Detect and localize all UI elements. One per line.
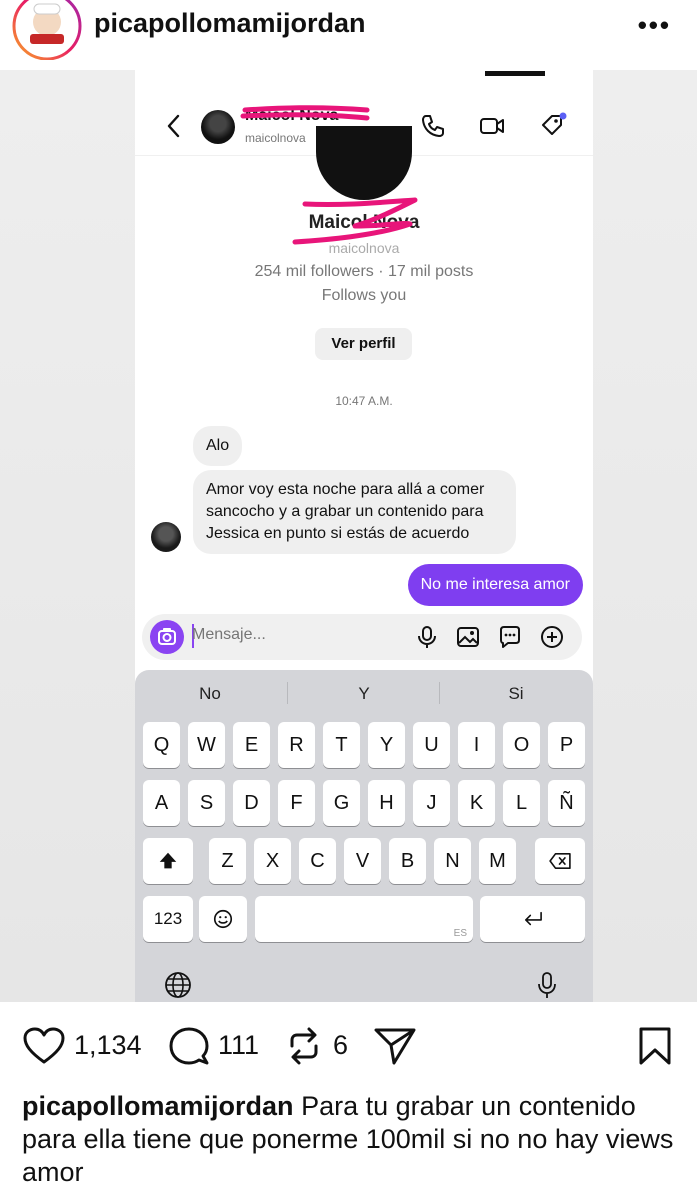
- comments-count[interactable]: 111: [218, 1030, 259, 1061]
- dm-screenshot: Maicol Nova maicolnova Maicol Nova maico…: [0, 70, 697, 1002]
- repost-icon[interactable]: [284, 1026, 324, 1066]
- key-g[interactable]: G: [323, 780, 360, 826]
- globe-icon[interactable]: [163, 970, 193, 1000]
- message-bubble-received[interactable]: Alo: [193, 426, 243, 466]
- space-key[interactable]: ES: [255, 896, 473, 942]
- key-x[interactable]: X: [254, 838, 291, 884]
- key-q[interactable]: Q: [143, 722, 180, 768]
- suggestion-divider: [287, 682, 288, 704]
- post-username[interactable]: picapollomamijordan: [94, 8, 366, 39]
- plus-circle-icon[interactable]: [539, 624, 565, 650]
- suggestion-divider: [439, 682, 440, 704]
- key-k[interactable]: K: [458, 780, 495, 826]
- caption-username[interactable]: picapollomamijordan: [22, 1091, 294, 1121]
- gallery-icon[interactable]: [455, 624, 481, 650]
- key-v[interactable]: V: [344, 838, 381, 884]
- phone-call-icon[interactable]: [419, 112, 447, 140]
- status-bar: [135, 70, 593, 80]
- more-options-icon[interactable]: •••: [638, 10, 671, 41]
- key-z[interactable]: Z: [209, 838, 246, 884]
- signal-icon: [485, 70, 545, 76]
- heart-icon[interactable]: [22, 1026, 66, 1066]
- message-bubble-sent[interactable]: No me interesa amor: [407, 564, 583, 606]
- profile-picture[interactable]: [316, 126, 412, 200]
- key-s[interactable]: S: [188, 780, 225, 826]
- key-r[interactable]: R: [278, 722, 315, 768]
- share-send-icon[interactable]: [373, 1026, 417, 1066]
- backspace-icon: [549, 852, 571, 870]
- key-d[interactable]: D: [233, 780, 270, 826]
- key-n[interactable]: N: [434, 838, 471, 884]
- suggestion-2[interactable]: Y: [289, 684, 439, 704]
- key-o[interactable]: O: [503, 722, 540, 768]
- key-h[interactable]: H: [368, 780, 405, 826]
- key-c[interactable]: C: [299, 838, 336, 884]
- save-bookmark-icon[interactable]: [638, 1026, 672, 1066]
- keyboard-language-label: ES: [453, 928, 467, 939]
- follows-you-label: Follows you: [321, 287, 407, 304]
- message-timestamp: 10:47 A.M.: [335, 394, 393, 408]
- camera-button[interactable]: [150, 620, 184, 654]
- comment-icon[interactable]: [168, 1026, 210, 1066]
- key-f[interactable]: F: [278, 780, 315, 826]
- post-actions: 1,134 111 6: [0, 1002, 697, 1088]
- microphone-icon[interactable]: [414, 624, 440, 650]
- back-arrow-icon[interactable]: [163, 112, 185, 140]
- key-i[interactable]: I: [458, 722, 495, 768]
- tag-icon[interactable]: [539, 112, 567, 140]
- key-e[interactable]: E: [233, 722, 270, 768]
- key-p[interactable]: P: [548, 722, 585, 768]
- sender-avatar[interactable]: [151, 522, 181, 552]
- reposts-count[interactable]: 6: [333, 1030, 348, 1061]
- key-t[interactable]: T: [323, 722, 360, 768]
- return-icon: [524, 911, 542, 926]
- message-composer: [142, 614, 582, 660]
- key-b[interactable]: B: [389, 838, 426, 884]
- likes-count[interactable]: 1,134: [74, 1030, 142, 1061]
- suggestion-3[interactable]: Si: [441, 684, 591, 704]
- video-call-icon[interactable]: [478, 112, 506, 140]
- key-m[interactable]: M: [479, 838, 516, 884]
- suggestion-1[interactable]: No: [135, 684, 285, 704]
- shift-icon: [159, 852, 177, 869]
- post-author-avatar[interactable]: [12, 0, 82, 61]
- key-enye[interactable]: Ñ: [548, 780, 585, 826]
- message-input[interactable]: [192, 626, 392, 644]
- emoji-key[interactable]: [199, 896, 247, 942]
- key-u[interactable]: U: [413, 722, 450, 768]
- phone-screen: Maicol Nova maicolnova Maicol Nova maico…: [135, 70, 593, 1002]
- shift-key[interactable]: [143, 838, 193, 884]
- key-l[interactable]: L: [503, 780, 540, 826]
- key-y[interactable]: Y: [368, 722, 405, 768]
- chat-contact-handle: maicolnova: [245, 131, 306, 145]
- delete-key[interactable]: [535, 838, 585, 884]
- pink-scribble-redaction: [292, 197, 418, 245]
- numbers-key[interactable]: 123: [143, 896, 193, 942]
- post-caption: picapollomamijordan Para tu grabar un co…: [22, 1090, 682, 1189]
- ios-keyboard: No Y Si Q W E R T Y U I O P A S D F G H …: [135, 670, 593, 1002]
- key-a[interactable]: A: [143, 780, 180, 826]
- view-profile-button[interactable]: Ver perfil: [315, 328, 412, 360]
- message-bubble-received[interactable]: Amor voy esta noche para allá a comer sa…: [193, 470, 516, 554]
- key-w[interactable]: W: [188, 722, 225, 768]
- emoji-icon: [213, 909, 233, 929]
- key-j[interactable]: J: [413, 780, 450, 826]
- profile-stats: 254 mil followers · 17 mil posts: [254, 263, 474, 280]
- camera-icon: [158, 628, 176, 645]
- sticker-icon[interactable]: [497, 624, 523, 650]
- post-header: picapollomamijordan •••: [0, 0, 697, 70]
- dictation-microphone-icon[interactable]: [532, 970, 562, 1000]
- return-key[interactable]: [480, 896, 585, 942]
